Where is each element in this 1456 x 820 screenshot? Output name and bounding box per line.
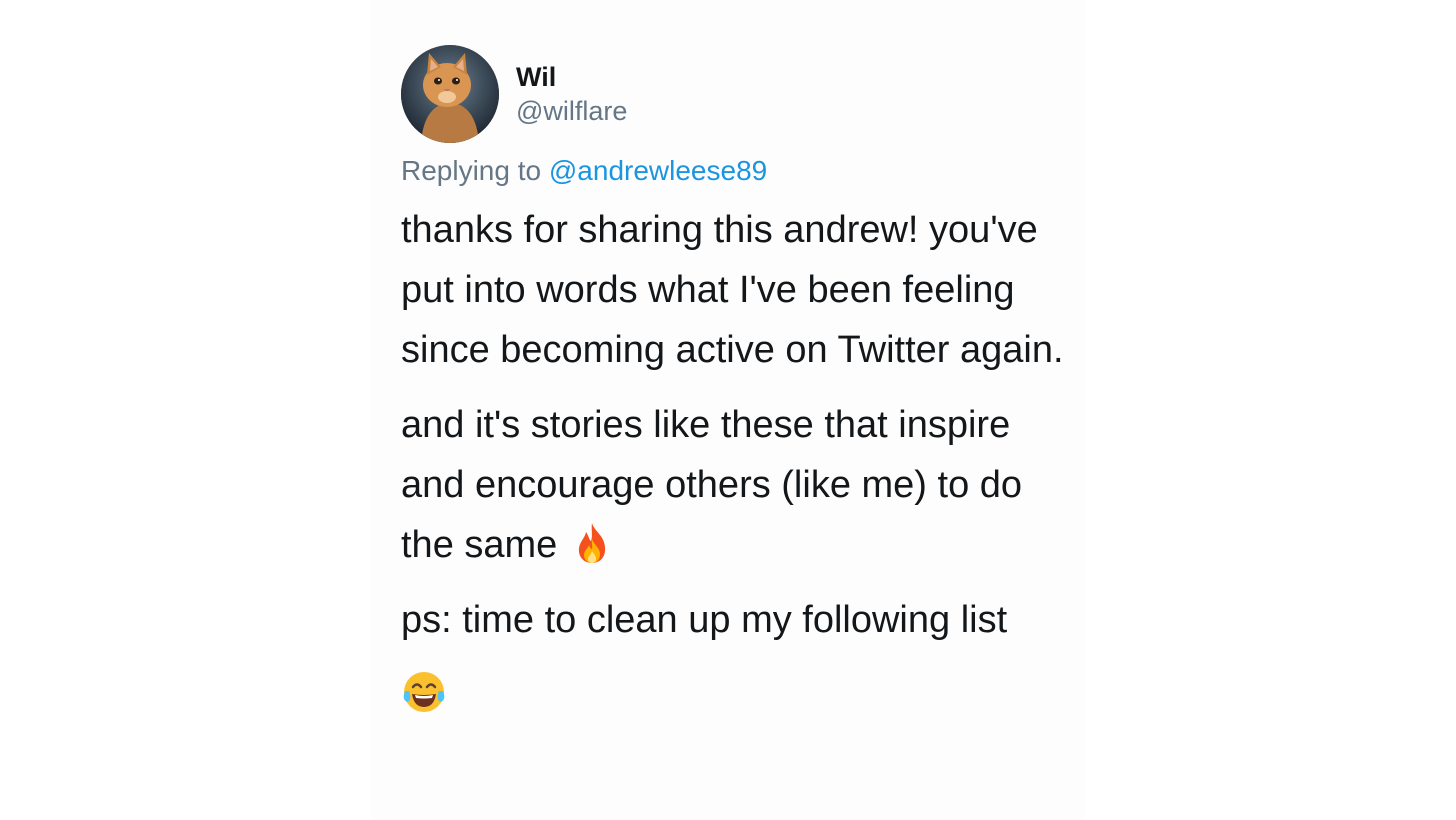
tweet-paragraph-2: and it's stories like these that inspire… — [401, 395, 1069, 575]
tweet-paragraph-2-text: and it's stories like these that inspire… — [401, 404, 1023, 566]
user-handle[interactable]: @wilflare — [516, 94, 627, 128]
replying-to-label: Replying to — [401, 155, 549, 186]
tweet-body: thanks for sharing this andrew! you've p… — [401, 200, 1069, 740]
tweet-header: Wil @wilflare — [401, 45, 627, 143]
display-name[interactable]: Wil — [516, 60, 627, 94]
avatar[interactable] — [401, 45, 499, 143]
reply-to-handle-link[interactable]: @andrewleese89 — [549, 155, 767, 186]
cat-avatar-image — [401, 45, 499, 143]
tweet-paragraph-3: ps: time to clean up my following list — [401, 599, 1008, 641]
user-names: Wil @wilflare — [516, 60, 627, 128]
fire-emoji-icon — [578, 523, 605, 563]
page: Wil @wilflare Replying to @andrewleese89… — [0, 0, 1456, 820]
tweet-paragraph-3-emoji-line — [401, 665, 1069, 725]
replying-to-line: Replying to @andrewleese89 — [401, 153, 767, 189]
tears-of-joy-emoji-icon — [403, 672, 445, 712]
tweet-paragraph-1: thanks for sharing this andrew! you've p… — [401, 209, 1064, 371]
